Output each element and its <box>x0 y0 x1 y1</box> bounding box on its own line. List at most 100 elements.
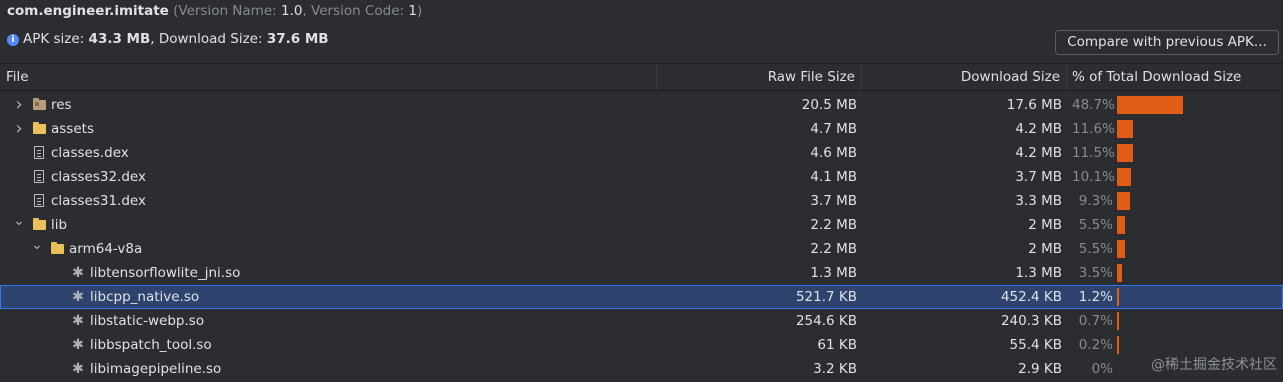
percent-bar <box>1117 96 1183 114</box>
native-lib-icon: ✱ <box>72 361 84 377</box>
raw-size: 521.7 KB <box>795 289 857 305</box>
percent-label: 5.5% <box>1078 217 1113 233</box>
percent-bar <box>1117 312 1119 330</box>
native-lib-icon: ✱ <box>72 337 84 353</box>
file-name: assets <box>51 121 94 137</box>
raw-size: 3.7 MB <box>810 193 857 209</box>
percent-bar <box>1117 144 1133 162</box>
percent-label: 0.2% <box>1078 337 1113 353</box>
percent-label: 1.2% <box>1078 289 1113 305</box>
folder-icon <box>33 122 46 134</box>
percent-bar <box>1117 216 1125 234</box>
download-size: 4.2 MB <box>1015 145 1062 161</box>
table-row[interactable]: ⌄ arm64-v8a 2.2 MB 2 MB 5.5% <box>0 237 1283 261</box>
raw-size: 254.6 KB <box>795 313 857 329</box>
download-size: 17.6 MB <box>1006 97 1062 113</box>
file-name: libcpp_native.so <box>90 289 200 305</box>
table-row[interactable]: › assets 4.7 MB 4.2 MB 11.6% <box>0 117 1283 141</box>
percent-label: 5.5% <box>1078 241 1113 257</box>
raw-size: 4.6 MB <box>810 145 857 161</box>
file-name: lib <box>51 217 68 233</box>
file-name: libimagepipeline.so <box>90 361 222 377</box>
percent-label: 11.5% <box>1072 145 1115 161</box>
raw-size: 4.7 MB <box>810 121 857 137</box>
chevron-down-icon[interactable]: ⌄ <box>31 233 43 257</box>
folder-icon <box>51 242 64 254</box>
percent-label: 10.1% <box>1072 169 1115 185</box>
raw-size: 2.2 MB <box>810 217 857 233</box>
download-size: 240.3 KB <box>1000 313 1062 329</box>
table-header: File Raw File Size Download Size % of To… <box>0 63 1283 91</box>
download-size: 1.3 MB <box>1015 265 1062 281</box>
apk-summary-header: com.engineer.imitate (Version Name: 1.0,… <box>0 0 1283 62</box>
version-info: (Version Name: 1.0, Version Code: 1) <box>173 3 423 19</box>
chevron-right-icon[interactable]: › <box>13 117 25 141</box>
folder-res-icon <box>33 98 46 110</box>
native-lib-icon: ✱ <box>72 313 84 329</box>
table-row[interactable]: classes.dex 4.6 MB 4.2 MB 11.5% <box>0 141 1283 165</box>
file-name: libtensorflowlite_jni.so <box>90 265 241 281</box>
table-row[interactable]: ✱ libstatic-webp.so 254.6 KB 240.3 KB 0.7% <box>0 309 1283 333</box>
column-file[interactable]: File <box>6 64 29 90</box>
percent-label: 0.7% <box>1078 313 1113 329</box>
percent-label: 0% <box>1091 361 1113 377</box>
package-name: com.engineer.imitate <box>7 3 169 19</box>
table-row[interactable]: ✱ libtensorflowlite_jni.so 1.3 MB 1.3 MB 3.5… <box>0 261 1283 285</box>
percent-bar <box>1117 240 1125 258</box>
apk-title: com.engineer.imitate (Version Name: 1.0,… <box>7 3 422 19</box>
file-name: classes32.dex <box>51 169 146 185</box>
watermark: @稀土掘金技术社区 <box>1151 357 1277 373</box>
table-row[interactable]: ✱ libimagepipeline.so 3.2 KB 2.9 KB 0% <box>0 357 1283 381</box>
file-name: arm64-v8a <box>69 241 143 257</box>
raw-size: 61 KB <box>817 337 857 353</box>
percent-label: 3.5% <box>1078 265 1113 281</box>
raw-size: 4.1 MB <box>810 169 857 185</box>
percent-bar <box>1117 336 1119 354</box>
percent-bar <box>1117 168 1131 186</box>
dex-file-icon <box>34 170 44 183</box>
size-summary: i APK size: 43.3 MB, Download Size: 37.6 … <box>7 31 329 47</box>
percent-bar <box>1117 264 1122 282</box>
native-lib-icon: ✱ <box>72 265 84 281</box>
file-tree-table: › res 20.5 MB 17.6 MB 48.7% › assets 4.7 MB 4.2 … <box>0 93 1283 381</box>
info-icon: i <box>7 34 19 46</box>
raw-size: 20.5 MB <box>801 97 857 113</box>
column-raw-size[interactable]: Raw File Size <box>656 64 855 90</box>
table-row[interactable]: ✱ libbspatch_tool.so 61 KB 55.4 KB 0.2% <box>0 333 1283 357</box>
table-row[interactable]: classes32.dex 4.1 MB 3.7 MB 10.1% <box>0 165 1283 189</box>
table-row[interactable]: ✱ libcpp_native.so 521.7 KB 452.4 KB 1.2% <box>0 285 1283 309</box>
table-row[interactable]: classes31.dex 3.7 MB 3.3 MB 9.3% <box>0 189 1283 213</box>
native-lib-icon: ✱ <box>72 289 84 305</box>
percent-label: 9.3% <box>1078 193 1113 209</box>
download-size: 3.3 MB <box>1015 193 1062 209</box>
file-name: libstatic-webp.so <box>90 313 205 329</box>
dex-file-icon <box>34 194 44 207</box>
percent-bar <box>1117 120 1133 138</box>
chevron-down-icon[interactable]: ⌄ <box>13 209 25 233</box>
table-row[interactable]: › res 20.5 MB 17.6 MB 48.7% <box>0 93 1283 117</box>
apk-size-value: 43.3 MB <box>88 31 151 47</box>
download-size: 2 MB <box>1028 217 1062 233</box>
download-size: 2.9 KB <box>1018 361 1062 377</box>
file-name: libbspatch_tool.so <box>90 337 212 353</box>
table-row[interactable]: ⌄ lib 2.2 MB 2 MB 5.5% <box>0 213 1283 237</box>
percent-bar <box>1117 288 1119 306</box>
file-name: classes.dex <box>51 145 129 161</box>
download-size: 2 MB <box>1028 241 1062 257</box>
raw-size: 3.2 KB <box>813 361 857 377</box>
column-percent-download[interactable]: % of Total Download Size <box>1066 64 1283 90</box>
percent-bar <box>1117 192 1130 210</box>
raw-size: 1.3 MB <box>810 265 857 281</box>
folder-icon <box>33 218 46 230</box>
chevron-right-icon[interactable]: › <box>13 93 25 117</box>
dex-file-icon <box>34 146 44 159</box>
percent-label: 11.6% <box>1072 121 1115 137</box>
file-name: res <box>51 97 72 113</box>
compare-apk-button[interactable]: Compare with previous APK... <box>1055 30 1279 55</box>
column-download-size[interactable]: Download Size <box>860 64 1060 90</box>
download-size: 55.4 KB <box>1009 337 1062 353</box>
download-size-value: 37.6 MB <box>266 31 329 47</box>
file-name: classes31.dex <box>51 193 146 209</box>
download-size: 3.7 MB <box>1015 169 1062 185</box>
download-size: 452.4 KB <box>1000 289 1062 305</box>
